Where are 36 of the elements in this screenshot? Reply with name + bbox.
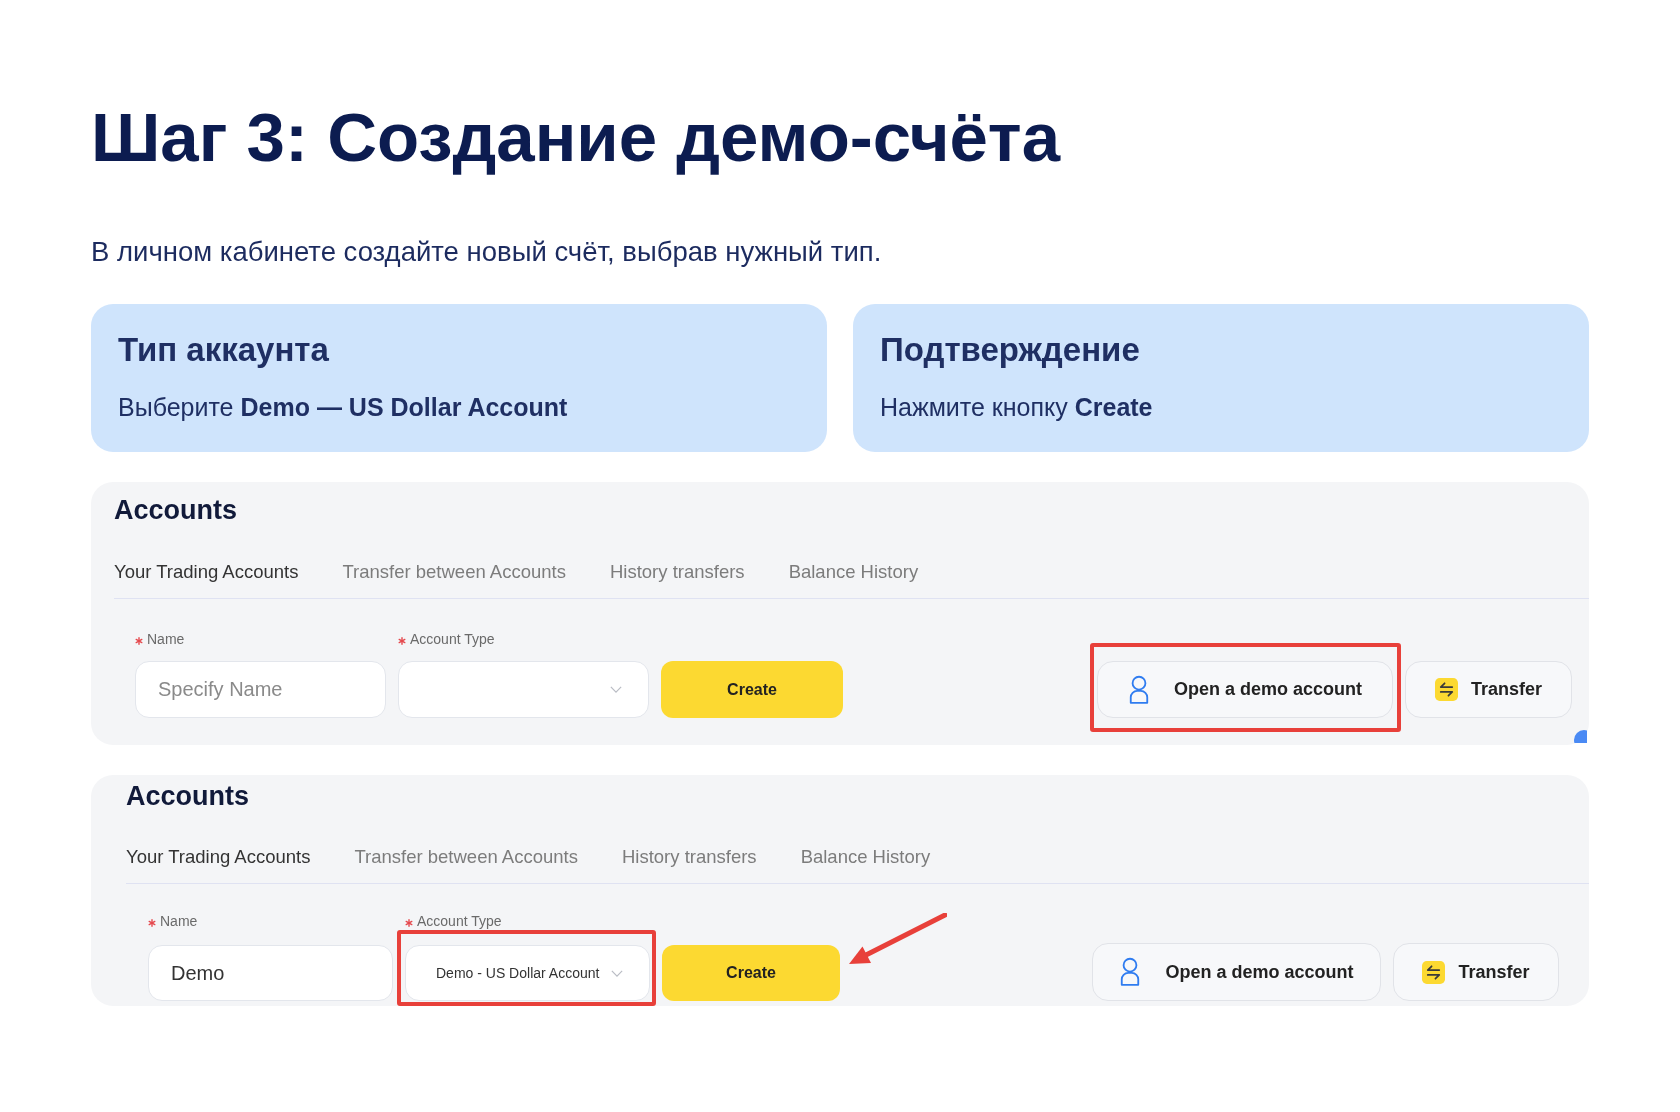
tab[interactable]: Balance History <box>800 845 931 869</box>
card-text: Нажмите кнопку Create <box>880 392 1154 422</box>
transfer-button[interactable]: Transfer <box>1393 943 1559 1001</box>
swap-arrows-icon <box>1434 678 1458 701</box>
chevron-down-icon <box>610 686 622 693</box>
tab[interactable]: Your Trading Accounts <box>114 560 299 584</box>
name-input[interactable]: Demo <box>148 945 393 1001</box>
create-button[interactable]: Create <box>661 661 843 718</box>
open-demo-account-button[interactable]: Open a demo account <box>1092 943 1381 1001</box>
tab[interactable]: Balance History <box>788 560 919 584</box>
field-label: Name <box>147 630 185 648</box>
card-text: Выберите Demo — US Dollar Account <box>118 392 569 422</box>
tab[interactable]: History transfers <box>609 560 745 584</box>
panel-title: Accounts <box>113 494 239 527</box>
create-button[interactable]: Create <box>662 945 840 1001</box>
transfer-button[interactable]: Transfer <box>1405 661 1572 718</box>
page-title: Шаг 3: Создание демо-счёта <box>91 98 1062 178</box>
card-title: Тип аккаунта <box>118 330 330 370</box>
tab[interactable]: History transfers <box>621 845 757 869</box>
swap-arrows-icon <box>1422 960 1446 984</box>
tab[interactable]: Your Trading Accounts <box>126 845 311 869</box>
field-label: Account Type <box>417 912 502 930</box>
chevron-down-icon <box>611 969 623 977</box>
field-label: Account Type <box>410 630 495 648</box>
account-type-select[interactable]: Demo - US Dollar Account <box>405 945 650 1001</box>
tab[interactable]: Transfer between Accounts <box>354 845 578 869</box>
card-title: Подтверждение <box>880 330 1141 370</box>
name-input[interactable]: Specify Name <box>135 661 386 718</box>
panel-title: Accounts <box>125 780 251 813</box>
page-subtitle: В личном кабинете создайте новый счёт, выбрав нужный тип. <box>91 236 883 268</box>
tab[interactable]: Transfer between Accounts <box>342 560 566 584</box>
account-type-select[interactable] <box>398 661 649 718</box>
person-icon <box>1127 674 1150 705</box>
field-label: Name <box>160 912 198 930</box>
open-demo-account-button[interactable]: Open a demo account <box>1097 661 1393 718</box>
person-icon <box>1119 957 1142 987</box>
